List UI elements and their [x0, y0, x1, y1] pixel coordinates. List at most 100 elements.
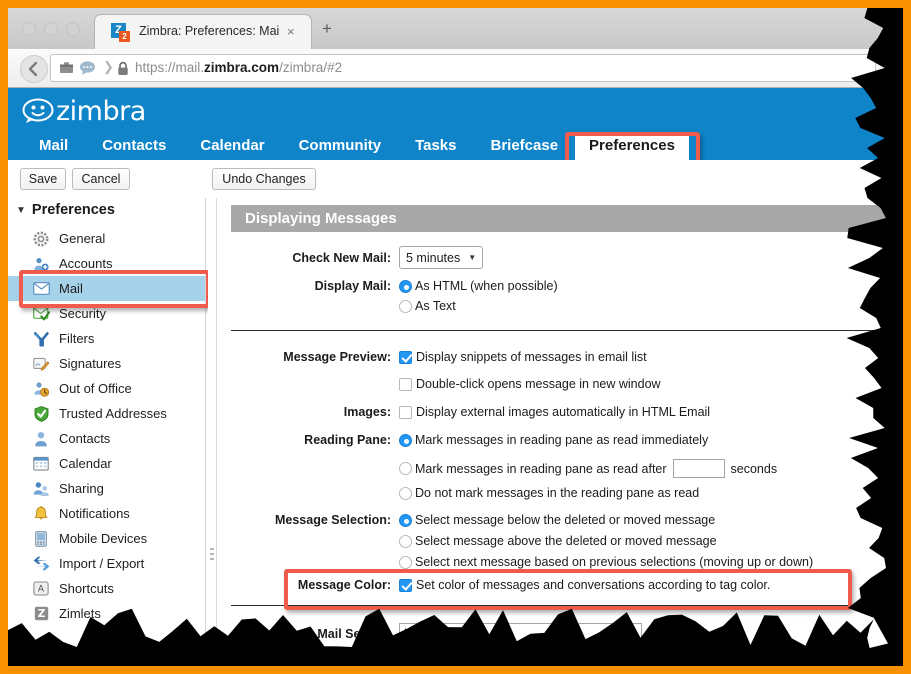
- nav-tab-community[interactable]: Community: [282, 133, 399, 160]
- sidebar-item-label: Signatures: [59, 356, 122, 371]
- row-display-mail: Display Mail: As HTML (when possible): [217, 279, 888, 293]
- select-below-radio[interactable]: [399, 513, 412, 527]
- row-message-preview: Message Preview: Display snippets of mes…: [217, 350, 888, 364]
- sidebar-item-label: Notifications: [59, 506, 130, 521]
- sidebar-item-contacts[interactable]: Contacts: [8, 426, 205, 451]
- window-close-button[interactable]: [22, 22, 36, 36]
- display-mail-html-radio[interactable]: [399, 279, 412, 293]
- sidebar-item-trusted-addresses[interactable]: Trusted Addresses: [8, 401, 205, 426]
- select-next-label: Select next message based on previous se…: [415, 555, 814, 569]
- keyboard-key-icon: A: [32, 581, 50, 597]
- message-preview-snippets-checkbox[interactable]: [399, 350, 412, 364]
- row-check-new-mail: Check New Mail: 5 minutes ▼: [217, 246, 888, 269]
- do-not-mark-read-radio[interactable]: [399, 486, 412, 500]
- sidebar-item-import-export[interactable]: Import / Export: [8, 551, 205, 576]
- check-new-mail-label: Check New Mail:: [292, 250, 391, 265]
- sidebar-item-label: Trusted Addresses: [59, 406, 167, 421]
- message-color-checkbox[interactable]: [399, 578, 412, 592]
- nav-tab-preferences[interactable]: Preferences: [575, 133, 689, 160]
- speech-bubble-icon[interactable]: [79, 60, 96, 81]
- preferences-sidebar: ▼ Preferences General Accounts Mail Securit…: [8, 198, 206, 648]
- mark-read-seconds-input[interactable]: [672, 459, 725, 478]
- do-not-mark-read-label: Do not mark messages in the reading pane…: [415, 486, 700, 500]
- lock-icon: [117, 61, 129, 81]
- sidebar-splitter[interactable]: [208, 198, 217, 648]
- save-button[interactable]: Save: [20, 168, 66, 190]
- sidebar-item-shortcuts[interactable]: A Shortcuts: [8, 576, 205, 601]
- sidebar-item-filters[interactable]: Filters: [8, 326, 205, 351]
- sidebar-item-zimlets[interactable]: Z Zimlets: [8, 601, 205, 626]
- sidebar-item-label: Sharing: [59, 481, 104, 496]
- nav-tab-briefcase[interactable]: Briefcase: [474, 133, 576, 160]
- sidebar-item-label: Security: [59, 306, 106, 321]
- sidebar-item-general[interactable]: General: [8, 226, 205, 251]
- bell-icon: [32, 505, 50, 522]
- svg-text:Z: Z: [37, 608, 45, 620]
- row-display-mail-text: As Text: [217, 299, 888, 313]
- sidebar-item-calendar[interactable]: Calendar: [8, 451, 205, 476]
- window-maximize-button[interactable]: [66, 22, 80, 36]
- back-arrow-icon[interactable]: [20, 55, 48, 83]
- check-new-mail-select[interactable]: 5 minutes ▼: [399, 246, 484, 269]
- sidebar-item-out-of-office[interactable]: Out of Office: [8, 376, 205, 401]
- images-label: Images:: [343, 405, 391, 419]
- envelope-icon: [32, 281, 50, 297]
- default-mail-search-input[interactable]: [399, 623, 642, 644]
- double-click-opens-checkbox[interactable]: [399, 377, 412, 391]
- browser-tab-strip: Z 2 Zimbra: Preferences: Mail × +: [8, 8, 888, 50]
- message-preview-snippets-label: Display snippets of messages in email li…: [416, 350, 647, 364]
- splitter-grip-handle[interactable]: [210, 548, 214, 564]
- new-tab-icon[interactable]: +: [322, 19, 332, 39]
- sidebar-item-notifications[interactable]: Notifications: [8, 501, 205, 526]
- section-divider-2: [231, 605, 888, 606]
- sidebar-item-label: Contacts: [59, 431, 111, 446]
- undo-changes-button[interactable]: Undo Changes: [212, 168, 316, 190]
- sidebar-item-mobile-devices[interactable]: Mobile Devices: [8, 526, 205, 551]
- sidebar-header[interactable]: ▼ Preferences: [16, 202, 115, 218]
- zimbra-logo[interactable]: zimbra: [22, 95, 146, 127]
- cancel-button[interactable]: Cancel: [72, 168, 130, 190]
- nav-tab-tasks[interactable]: Tasks: [398, 133, 473, 160]
- envelope-check-icon: [32, 306, 50, 322]
- display-mail-text-radio[interactable]: [399, 299, 412, 313]
- zimbra-logo-text: zimbra: [56, 95, 146, 127]
- zimlet-z-icon: Z: [32, 606, 50, 622]
- check-new-mail-value: 5 minutes: [406, 250, 461, 265]
- sidebar-item-mail[interactable]: Mail: [8, 276, 205, 301]
- sidebar-item-label: Mobile Devices: [59, 531, 148, 546]
- sidebar-item-security[interactable]: Security: [8, 301, 205, 326]
- address-field[interactable]: ❯ https://mail.zimbra.com/zimbra/#2: [50, 54, 876, 82]
- select-above-label: Select message above the deleted or move…: [415, 534, 717, 548]
- mark-read-after-radio[interactable]: [399, 462, 412, 475]
- select-above-radio[interactable]: [399, 534, 412, 548]
- section-divider-1: [231, 330, 888, 331]
- sidebar-item-signatures[interactable]: Signatures: [8, 351, 205, 376]
- sidebar-item-label: Out of Office: [59, 381, 132, 396]
- browser-url-bar: ❯ https://mail.zimbra.com/zimbra/#2: [8, 49, 888, 88]
- mobile-phone-icon: [32, 530, 50, 547]
- message-preview-label: Message Preview:: [283, 350, 391, 364]
- section-title: Displaying Messages: [245, 210, 397, 227]
- sidebar-item-accounts[interactable]: Accounts: [8, 251, 205, 276]
- external-images-checkbox[interactable]: [399, 405, 412, 419]
- sidebar-item-label: Mail: [59, 281, 83, 296]
- nav-tab-calendar[interactable]: Calendar: [183, 133, 281, 160]
- mark-read-immediately-radio[interactable]: [399, 433, 412, 447]
- sidebar-item-label: Import / Export: [59, 556, 145, 571]
- browser-tab[interactable]: Z 2 Zimbra: Preferences: Mail ×: [94, 14, 312, 49]
- window-minimize-button[interactable]: [44, 22, 58, 36]
- nav-tab-mail[interactable]: Mail: [22, 133, 85, 160]
- briefcase-icon[interactable]: [59, 61, 74, 80]
- close-icon[interactable]: ×: [287, 24, 295, 39]
- clock-person-icon: [32, 381, 50, 397]
- nav-tab-contacts[interactable]: Contacts: [85, 133, 183, 160]
- svg-text:A: A: [38, 585, 45, 595]
- default-mail-search-label: Default Mail Search:: [271, 626, 391, 641]
- chevron-right-icon: ❯: [103, 59, 114, 74]
- url-text: https://mail.zimbra.com/zimbra/#2: [135, 60, 342, 75]
- favicon-badge: 2: [119, 31, 130, 42]
- gear-icon: [32, 231, 50, 247]
- sidebar-item-sharing[interactable]: Sharing: [8, 476, 205, 501]
- select-next-radio[interactable]: [399, 555, 412, 569]
- caret-down-icon[interactable]: ▼: [16, 205, 26, 216]
